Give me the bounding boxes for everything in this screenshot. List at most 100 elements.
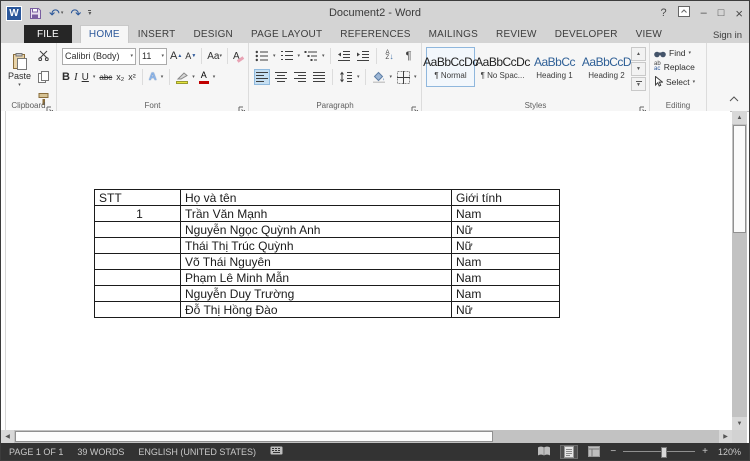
numbering-dropdown-icon[interactable]: ▾: [298, 53, 301, 59]
highlight-dropdown-icon[interactable]: ▾: [192, 74, 195, 80]
cell-stt[interactable]: [95, 302, 181, 318]
change-case-button[interactable]: Aa ▾: [207, 51, 222, 62]
cell-name[interactable]: Trần Văn Mạnh: [181, 206, 452, 222]
increase-indent-button[interactable]: [355, 48, 371, 64]
styles-dialog-launcher[interactable]: [639, 101, 647, 109]
clipboard-dialog-launcher[interactable]: [46, 101, 54, 109]
zoom-level[interactable]: 120%: [715, 447, 741, 457]
word-logo-icon[interactable]: W: [6, 6, 22, 21]
sign-in-link[interactable]: Sign in: [713, 30, 742, 41]
change-case-dropdown-icon[interactable]: ▾: [220, 53, 223, 59]
align-left-button[interactable]: [254, 69, 270, 85]
cell-name[interactable]: Võ Thái Nguyên: [181, 254, 452, 270]
decrease-indent-button[interactable]: [336, 48, 352, 64]
cell-gender[interactable]: Nam: [452, 270, 560, 286]
numbering-button[interactable]: [279, 48, 295, 64]
tab-view[interactable]: VIEW: [627, 25, 671, 43]
page-indicator[interactable]: PAGE 1 OF 1: [9, 447, 63, 457]
zoom-in-button[interactable]: +: [702, 446, 708, 457]
vertical-scrollbar[interactable]: ▲ ▼: [732, 111, 747, 430]
data-table[interactable]: STT Họ và tên Giới tính 1 Trần Văn Mạnh …: [94, 189, 560, 318]
underline-button[interactable]: U: [82, 72, 89, 83]
tab-developer[interactable]: DEVELOPER: [546, 25, 627, 43]
save-button[interactable]: [29, 7, 42, 20]
cell-gender[interactable]: Nam: [452, 254, 560, 270]
bold-button[interactable]: B: [62, 71, 70, 83]
close-button[interactable]: ×: [735, 6, 743, 21]
grow-font-button[interactable]: A▲: [170, 50, 182, 62]
line-spacing-dropdown-icon[interactable]: ▾: [357, 74, 360, 80]
header-cell-stt[interactable]: STT: [95, 190, 181, 206]
subscript-button[interactable]: x₂: [116, 72, 124, 82]
text-effects-button[interactable]: A: [149, 71, 157, 83]
style-heading-1[interactable]: AaBbCc Heading 1: [530, 47, 579, 87]
cell-gender[interactable]: Nữ: [452, 302, 560, 318]
paste-dropdown-icon[interactable]: ▾: [18, 82, 21, 88]
shading-button[interactable]: [371, 69, 387, 85]
horizontal-scroll-thumb[interactable]: [15, 431, 493, 442]
shrink-font-button[interactable]: A▼: [185, 51, 196, 61]
tab-review[interactable]: REVIEW: [487, 25, 546, 43]
cell-gender[interactable]: Nam: [452, 206, 560, 222]
tab-page-layout[interactable]: PAGE LAYOUT: [242, 25, 331, 43]
horizontal-scrollbar[interactable]: ◀ ▶: [1, 430, 732, 443]
font-size-dropdown-icon[interactable]: ▾: [161, 53, 164, 59]
find-dropdown-icon[interactable]: ▾: [689, 50, 692, 56]
styles-scroll-down-button[interactable]: ▼: [631, 62, 646, 76]
zoom-slider[interactable]: [623, 451, 695, 452]
styles-scroll-up-button[interactable]: ▲: [631, 47, 646, 61]
underline-dropdown-icon[interactable]: ▾: [93, 74, 96, 80]
style-no-spacing[interactable]: AaBbCcDc ¶ No Spac...: [478, 47, 527, 87]
borders-dropdown-icon[interactable]: ▾: [414, 74, 417, 80]
cell-stt[interactable]: [95, 222, 181, 238]
cell-stt[interactable]: 1: [95, 206, 181, 222]
cell-gender[interactable]: Nam: [452, 286, 560, 302]
tab-insert[interactable]: INSERT: [129, 25, 185, 43]
borders-button[interactable]: [395, 69, 411, 85]
cell-name[interactable]: Thái Thị Trúc Quỳnh: [181, 238, 452, 254]
select-dropdown-icon[interactable]: ▾: [693, 79, 696, 85]
multilevel-dropdown-icon[interactable]: ▾: [322, 53, 325, 59]
print-layout-button[interactable]: [560, 445, 578, 459]
scroll-right-button[interactable]: ▶: [719, 430, 732, 443]
cell-stt[interactable]: [95, 286, 181, 302]
read-mode-button[interactable]: [535, 445, 553, 459]
cell-stt[interactable]: [95, 254, 181, 270]
find-button[interactable]: Find ▾: [654, 48, 695, 58]
font-name-dropdown-icon[interactable]: ▾: [130, 53, 133, 59]
paste-button[interactable]: Paste ▾: [4, 46, 35, 95]
vertical-scroll-thumb[interactable]: [733, 125, 746, 233]
document-canvas[interactable]: STT Họ và tên Giới tính 1 Trần Văn Mạnh …: [1, 111, 730, 430]
scroll-left-button[interactable]: ◀: [1, 430, 14, 443]
cell-gender[interactable]: Nữ: [452, 238, 560, 254]
align-right-button[interactable]: [292, 69, 308, 85]
strikethrough-button[interactable]: abc: [99, 73, 112, 82]
shading-dropdown-icon[interactable]: ▾: [390, 74, 393, 80]
tab-design[interactable]: DESIGN: [184, 25, 242, 43]
cell-name[interactable]: Nguyễn Duy Trường: [181, 286, 452, 302]
zoom-slider-thumb[interactable]: [661, 447, 667, 458]
tab-home[interactable]: HOME: [80, 25, 129, 43]
font-color-dropdown-icon[interactable]: ▾: [213, 74, 216, 80]
show-hide-marks-button[interactable]: ¶: [401, 48, 417, 64]
maximize-button[interactable]: □: [718, 7, 725, 19]
font-name-combo[interactable]: Calibri (Body) ▾: [62, 48, 136, 65]
collapse-ribbon-button[interactable]: [729, 89, 739, 107]
header-cell-name[interactable]: Họ và tên: [181, 190, 452, 206]
cell-name[interactable]: Nguyễn Ngọc Quỳnh Anh: [181, 222, 452, 238]
tab-file[interactable]: FILE: [24, 25, 72, 43]
cell-name[interactable]: Phạm Lê Minh Mẫn: [181, 270, 452, 286]
cell-name[interactable]: Đỗ Thị Hồng Đào: [181, 302, 452, 318]
font-dialog-launcher[interactable]: [238, 101, 246, 109]
line-spacing-button[interactable]: [338, 69, 354, 85]
web-layout-button[interactable]: [585, 445, 603, 459]
copy-button[interactable]: [38, 70, 49, 88]
align-center-button[interactable]: [273, 69, 289, 85]
style-normal[interactable]: AaBbCcDc ¶ Normal: [426, 47, 475, 87]
superscript-button[interactable]: x²: [128, 72, 136, 82]
customize-qat-button[interactable]: ▾: [88, 10, 91, 17]
font-size-combo[interactable]: 11 ▾: [139, 48, 167, 65]
cell-stt[interactable]: [95, 270, 181, 286]
tab-mailings[interactable]: MAILINGS: [420, 25, 487, 43]
text-effects-dropdown-icon[interactable]: ▾: [161, 74, 164, 80]
